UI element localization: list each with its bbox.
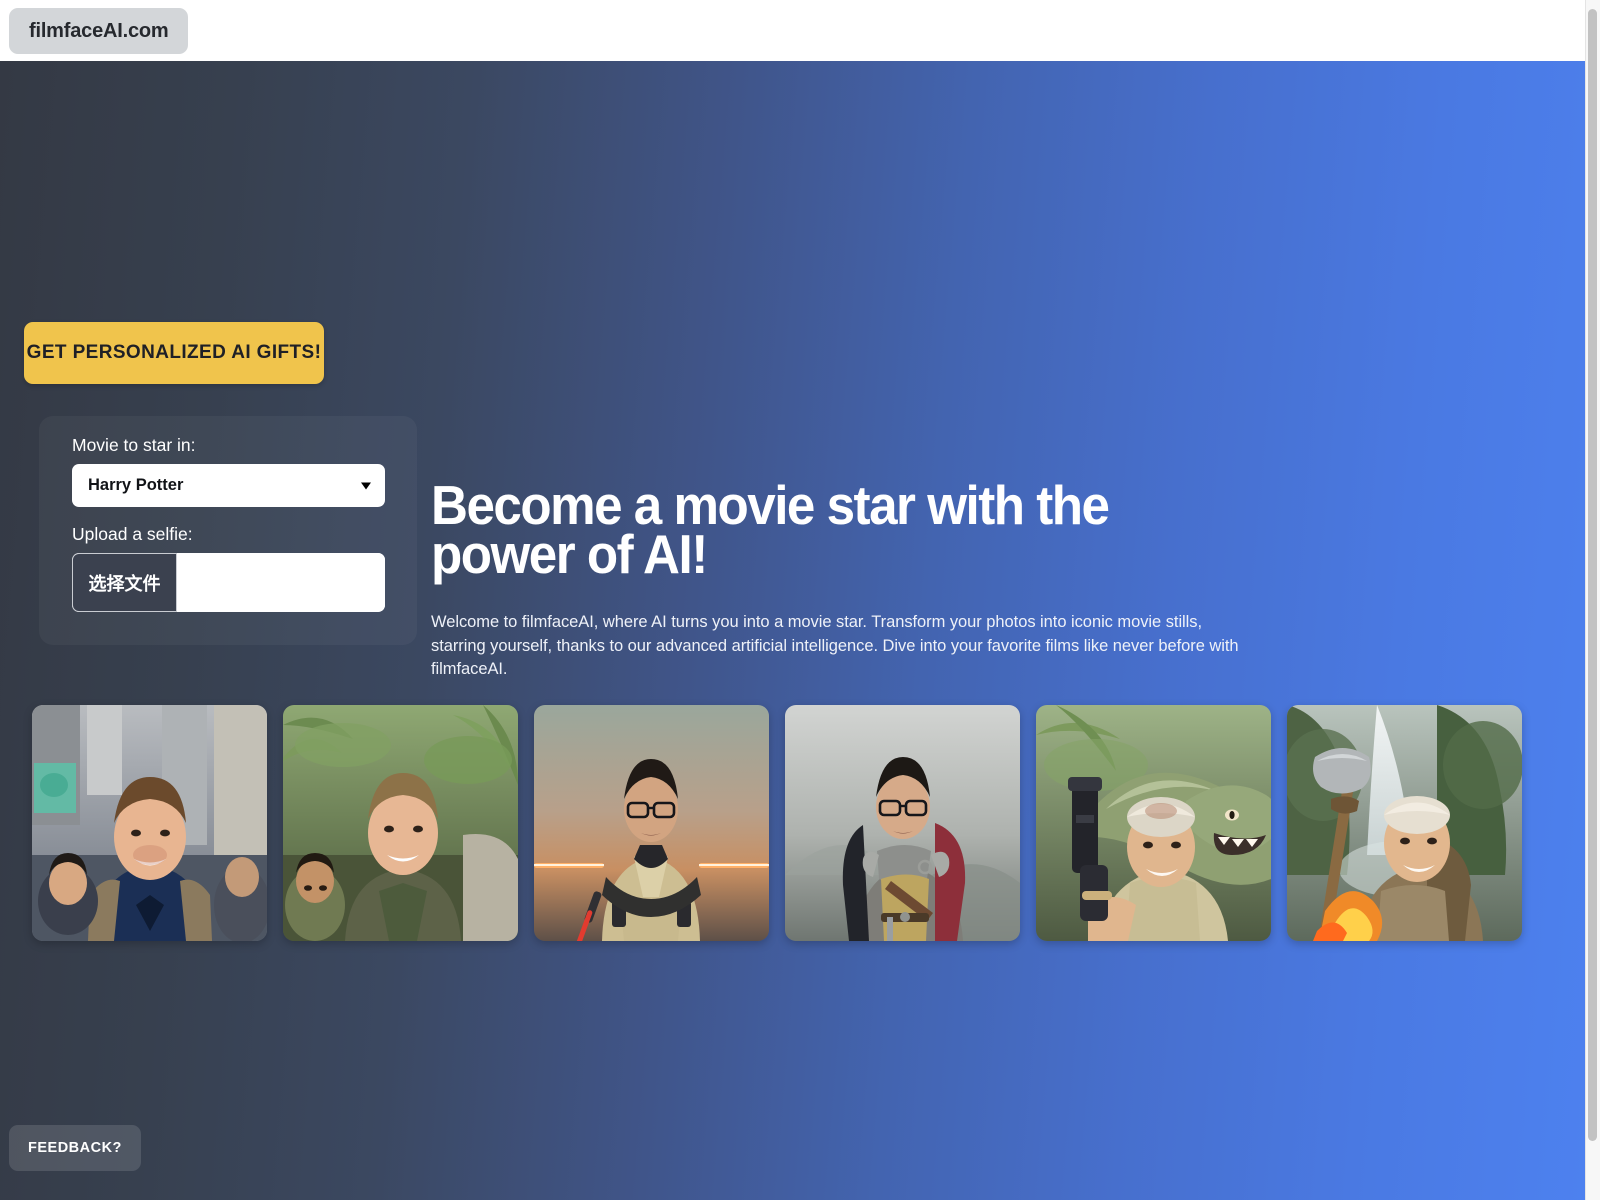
file-upload-row[interactable]: 选择文件 <box>72 553 385 612</box>
selected-file-name <box>177 553 385 612</box>
selfie-form-panel: Movie to star in: Harry Potter Upload a … <box>39 416 417 645</box>
feedback-button[interactable]: FEEDBACK? <box>9 1125 141 1171</box>
example-gallery <box>32 705 1526 941</box>
spiderman-scene-image <box>32 705 267 941</box>
get-personalized-ai-gifts-button[interactable]: GET PERSONALIZED AI GIFTS! <box>24 322 324 384</box>
movie-select-value: Harry Potter <box>88 476 184 494</box>
wizard-scene-image <box>1287 705 1522 941</box>
vertical-scrollbar-track[interactable] <box>1585 0 1600 1200</box>
gallery-item-jungle[interactable] <box>283 705 518 941</box>
page-title: Become a movie star with the power of AI… <box>431 474 1110 585</box>
vertical-scrollbar-thumb[interactable] <box>1588 9 1597 1141</box>
gallery-item-dinosaur[interactable] <box>1036 705 1271 941</box>
app-screen: filmfaceAI.com GET PERSONALIZED AI GIFTS… <box>0 0 1600 1200</box>
knight-scene-image <box>785 705 1020 941</box>
page-canvas: GET PERSONALIZED AI GIFTS! Movie to star… <box>0 61 1585 1200</box>
gallery-item-spiderman[interactable] <box>32 705 267 941</box>
chevron-down-icon <box>361 482 371 489</box>
hero-paragraph: Welcome to filmfaceAI, where AI turns yo… <box>431 613 1239 678</box>
gallery-item-knight[interactable] <box>785 705 1020 941</box>
gallery-item-jedi[interactable] <box>534 705 769 941</box>
jedi-scene-image <box>534 705 769 941</box>
site-tab-label: filmfaceAI.com <box>29 19 169 42</box>
jungle-scene-image <box>283 705 518 941</box>
gallery-item-wizard[interactable] <box>1287 705 1522 941</box>
upload-selfie-label: Upload a selfie: <box>72 524 193 544</box>
dinosaur-scene-image <box>1036 705 1271 941</box>
hero-text-block: Become a movie star with the power of AI… <box>431 474 1251 682</box>
choose-file-button[interactable]: 选择文件 <box>72 553 177 612</box>
movie-select[interactable]: Harry Potter <box>72 464 385 507</box>
site-tab[interactable]: filmfaceAI.com <box>9 8 189 54</box>
browser-chrome-bar: filmfaceAI.com <box>0 0 1585 61</box>
form-fields: Movie to star in: Harry Potter Upload a … <box>72 433 385 612</box>
movie-select-label: Movie to star in: <box>72 435 196 455</box>
